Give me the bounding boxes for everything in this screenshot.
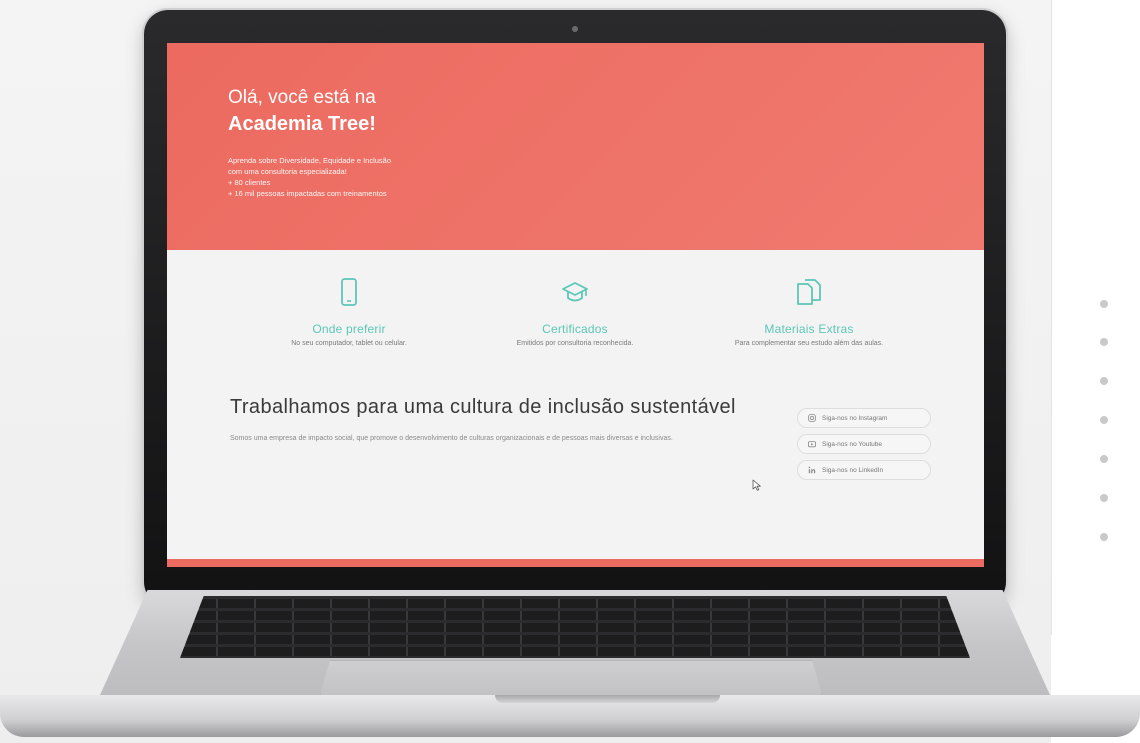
laptop-lid: Olá, você está na Academia Tree! Aprenda… — [144, 10, 1006, 606]
laptop-notch — [495, 695, 720, 703]
side-dot[interactable] — [1100, 455, 1108, 463]
mouse-cursor-icon — [752, 479, 761, 491]
side-dot[interactable] — [1100, 533, 1108, 541]
hero-title: Academia Tree! — [228, 113, 376, 135]
keyboard-row — [180, 623, 970, 632]
youtube-icon — [808, 441, 816, 448]
youtube-label: Siga-nos no Youtube — [822, 440, 882, 448]
hero-line: com uma consultoria especializada! — [228, 167, 347, 176]
hero-line: + 80 clientes — [228, 178, 271, 187]
hero-line: Aprenda sobre Diversidade, Equidade e In… — [228, 156, 392, 165]
linkedin-button[interactable]: Siga-nos no LinkedIn — [797, 460, 931, 480]
side-dot[interactable] — [1100, 338, 1108, 346]
feature-description: Para complementar seu estudo além das au… — [734, 340, 884, 347]
documents-icon — [797, 279, 821, 305]
camera-icon — [572, 26, 578, 32]
side-dot[interactable] — [1100, 377, 1108, 385]
feature-onde-preferir: Onde preferir No seu computador, tablet … — [229, 278, 469, 347]
feature-materiais-extras: Materiais Extras Para complementar seu e… — [689, 278, 929, 347]
screen-footer-strip — [167, 559, 984, 567]
feature-description: Emitidos por consultoria reconhecida. — [516, 340, 634, 347]
feature-title: Certificados — [542, 322, 608, 336]
feature-certificados: Certificados Emitidos por consultoria re… — [455, 278, 695, 347]
keyboard-row — [180, 599, 970, 608]
side-dot[interactable] — [1100, 416, 1108, 424]
keyboard-row — [180, 611, 970, 620]
laptop-screen: Olá, você está na Academia Tree! Aprenda… — [167, 43, 984, 567]
feature-title: Materiais Extras — [764, 322, 854, 336]
hero-banner: Olá, você está na Academia Tree! Aprenda… — [167, 43, 984, 250]
hero-greeting: Olá, você está na — [228, 87, 376, 108]
keyboard-row — [180, 635, 970, 644]
instagram-button[interactable]: Siga-nos no Instagram — [797, 408, 931, 428]
youtube-button[interactable]: Siga-nos no Youtube — [797, 434, 931, 454]
instagram-icon — [808, 414, 816, 422]
laptop-base — [0, 590, 1140, 743]
feature-description: No seu computador, tablet ou celular. — [291, 340, 407, 347]
mission-text: Somos uma empresa de impacto social, que… — [230, 435, 673, 442]
keyboard-row — [180, 647, 970, 656]
feature-title: Onde preferir — [312, 322, 386, 336]
background-divider — [1051, 0, 1052, 635]
features-row: Onde preferir No seu computador, tablet … — [167, 278, 984, 378]
hero-line: + 16 mil pessoas impactadas com treiname… — [228, 189, 387, 198]
linkedin-label: Siga-nos no LinkedIn — [822, 466, 884, 474]
side-dot[interactable] — [1100, 300, 1108, 308]
mission-title: Trabalhamos para uma cultura de inclusão… — [230, 396, 736, 418]
laptop-front-edge — [0, 695, 1140, 737]
graduation-cap-icon — [562, 282, 588, 302]
smartphone-icon — [341, 278, 357, 306]
instagram-label: Siga-nos no Instagram — [822, 414, 888, 422]
keyboard — [180, 596, 970, 658]
trackpad — [320, 660, 822, 695]
side-dot[interactable] — [1100, 494, 1108, 502]
linkedin-icon — [808, 466, 816, 474]
